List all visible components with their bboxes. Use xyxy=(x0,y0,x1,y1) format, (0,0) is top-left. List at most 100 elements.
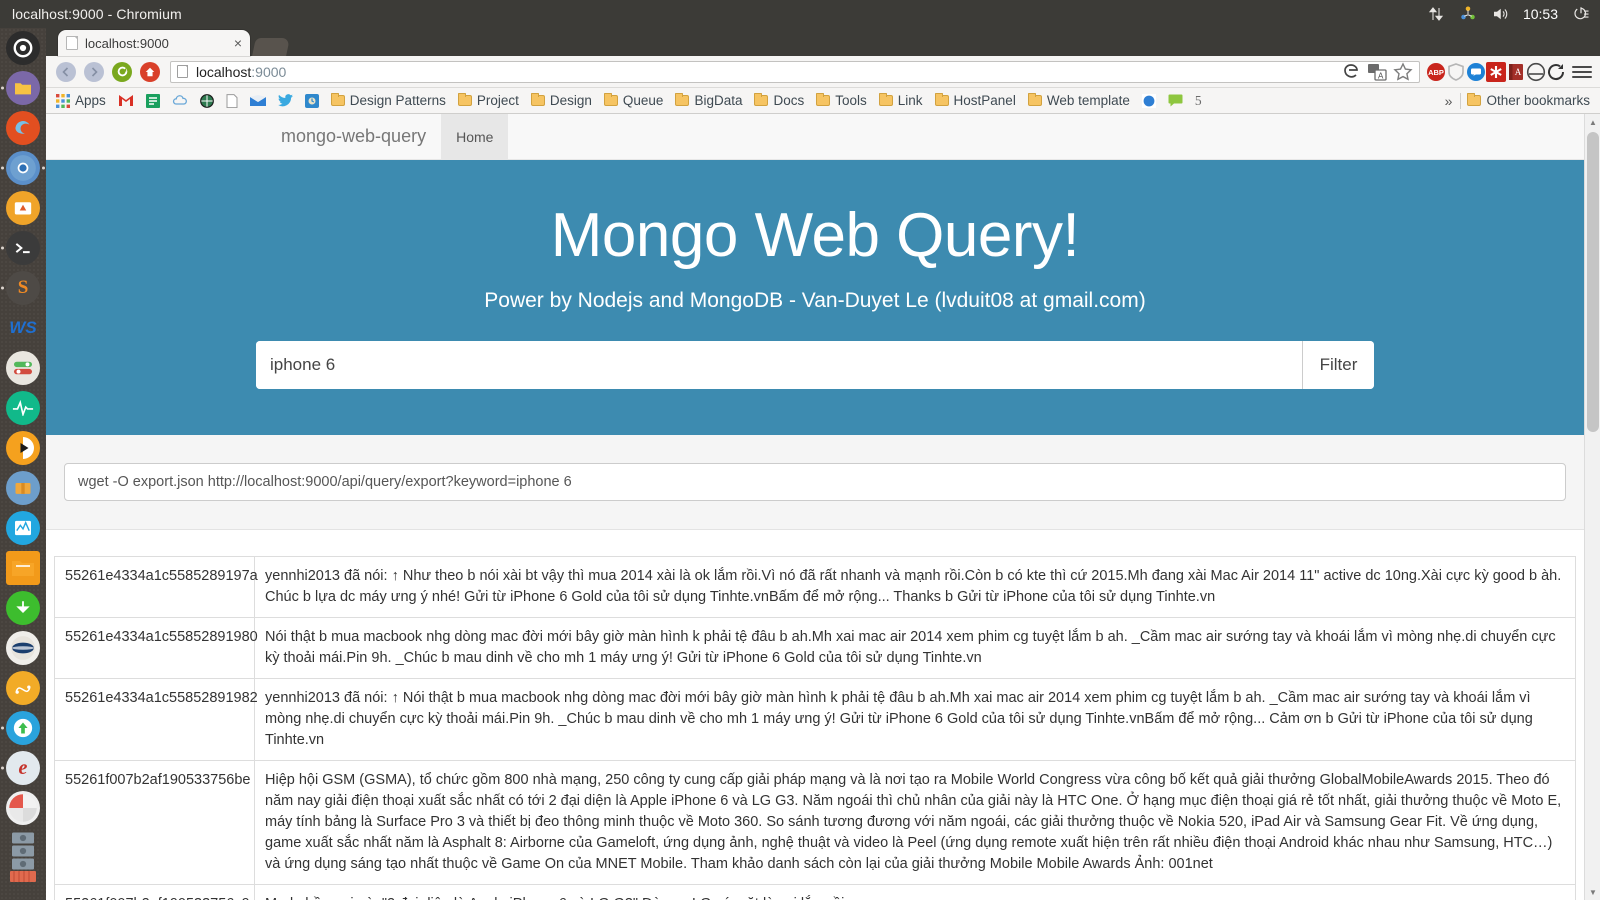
navbar-brand[interactable]: mongo-web-query xyxy=(266,114,441,159)
other-bookmarks-button[interactable]: Other bookmarks xyxy=(1461,92,1596,110)
launcher-item-webstorm[interactable]: WS xyxy=(0,308,46,348)
menu-icon[interactable] xyxy=(1572,62,1592,82)
folder-icon xyxy=(816,93,831,106)
result-id[interactable]: 55261f007b2af190533756c9 xyxy=(54,884,255,900)
bookmarks-overflow-button[interactable]: » xyxy=(1437,93,1461,109)
bookmark-queue[interactable]: Queue xyxy=(598,92,670,110)
bookmark-link[interactable]: Link xyxy=(873,92,929,110)
launcher-item-trash[interactable] xyxy=(0,828,46,886)
launcher-item-archive-manager[interactable] xyxy=(0,468,46,508)
result-text: yennhi2013 đã nói: ↑ Nói thật b mua macb… xyxy=(254,678,1576,762)
export-command-input[interactable] xyxy=(64,463,1566,501)
bookmark-gmail[interactable] xyxy=(112,92,140,109)
launcher-item-downloads[interactable] xyxy=(0,588,46,628)
bookmark-docs[interactable]: Docs xyxy=(748,92,810,110)
search-input[interactable] xyxy=(256,341,1302,389)
launcher-item-system-monitor[interactable] xyxy=(0,388,46,428)
nav-item-home[interactable]: Home xyxy=(441,114,509,159)
launcher-item-dash[interactable] xyxy=(0,28,46,68)
scrollbar-thumb[interactable] xyxy=(1587,132,1599,432)
result-id[interactable]: 55261e4334a1c5585289197a xyxy=(54,555,258,619)
network-transfer-icon[interactable] xyxy=(1427,5,1445,23)
launcher-item-evernote[interactable]: e xyxy=(0,748,46,788)
apps-label: Apps xyxy=(75,92,106,108)
bookmark-web-template[interactable]: Web template xyxy=(1022,92,1136,110)
apps-button[interactable]: Apps xyxy=(50,92,112,110)
bookmark-design-patterns[interactable]: Design Patterns xyxy=(325,92,452,110)
bookmark-tools[interactable]: Tools xyxy=(810,92,873,110)
bookmark-page[interactable] xyxy=(220,92,244,110)
table-row[interactable]: 55261e4334a1c5585289197a yennhi2013 đã n… xyxy=(54,555,1576,619)
running-pip xyxy=(1,726,4,730)
launcher-item-update-manager[interactable] xyxy=(0,708,46,748)
messenger-icon[interactable] xyxy=(1466,62,1486,82)
bookmark-design[interactable]: Design xyxy=(525,92,598,110)
opera-icon[interactable] xyxy=(1526,62,1546,82)
dictionary-icon[interactable]: A xyxy=(1506,62,1526,82)
session-restore-icon[interactable] xyxy=(1546,62,1566,82)
result-id[interactable]: 55261f007b2af190533756be xyxy=(54,760,255,886)
bookmark-globe[interactable] xyxy=(194,92,220,110)
back-icon xyxy=(56,61,76,82)
back-button[interactable] xyxy=(52,58,80,86)
result-id[interactable]: 55261e4334a1c55852891982 xyxy=(54,678,258,762)
bookmark-evernote[interactable] xyxy=(140,92,166,110)
power-icon[interactable] xyxy=(1572,5,1590,23)
workspace-switcher-icon xyxy=(6,791,40,825)
close-icon[interactable]: × xyxy=(228,36,242,50)
clock[interactable]: 10:53 xyxy=(1523,6,1558,22)
launcher-item-terminal[interactable] xyxy=(0,228,46,268)
launcher-item-audacity[interactable] xyxy=(0,668,46,708)
shield-icon[interactable] xyxy=(1446,62,1466,82)
table-row[interactable]: 55261e4334a1c55852891982 yennhi2013 đã n… xyxy=(54,678,1576,762)
table-row[interactable]: 55261e4334a1c55852891980 Nói thật b mua … xyxy=(54,617,1576,680)
asterisk-icon[interactable] xyxy=(1486,61,1506,82)
bookmark-blue-dot[interactable] xyxy=(1136,92,1162,110)
page-scrollbar[interactable]: ▲ ▼ xyxy=(1584,114,1600,900)
launcher-item-folder[interactable] xyxy=(0,548,46,588)
scroll-down-arrow[interactable]: ▼ xyxy=(1585,884,1600,900)
bookmark-five[interactable]: 5 xyxy=(1189,92,1208,110)
tab-title: localhost:9000 xyxy=(85,35,169,51)
edge-icon[interactable] xyxy=(1341,62,1361,82)
launcher-item-media-player[interactable] xyxy=(0,428,46,468)
address-bar[interactable]: localhost:9000 A xyxy=(170,60,1420,83)
bookmark-hostpanel[interactable]: HostPanel xyxy=(929,92,1022,110)
tab-localhost-9000[interactable]: localhost:9000 × xyxy=(58,30,250,56)
launcher-item-software-center[interactable] xyxy=(0,188,46,228)
bookmark-label: Design Patterns xyxy=(349,92,446,108)
launcher-item-chromium[interactable] xyxy=(0,148,46,188)
launcher-item-files[interactable] xyxy=(0,68,46,108)
bookmark-blue-app[interactable] xyxy=(299,92,325,110)
bookmark-inbox[interactable] xyxy=(244,93,272,109)
reload-button[interactable] xyxy=(108,58,136,86)
launcher-item-firefox[interactable] xyxy=(0,108,46,148)
adblock-plus-icon[interactable]: ABP xyxy=(1426,62,1446,82)
workspace-thumb-icon xyxy=(12,832,34,843)
bookmark-twitter[interactable] xyxy=(272,92,299,109)
launcher-item-workspace-switcher[interactable] xyxy=(0,788,46,828)
forward-button[interactable] xyxy=(80,58,108,86)
bookmark-bigdata[interactable]: BigData xyxy=(669,92,748,110)
new-tab-button[interactable] xyxy=(252,38,290,56)
green-chat-icon xyxy=(1168,94,1183,107)
home-button[interactable] xyxy=(136,58,164,86)
launcher-item-charts-app[interactable] xyxy=(0,508,46,548)
launcher-item-sublime-text[interactable]: S xyxy=(0,268,46,308)
sync-icon[interactable] xyxy=(1459,5,1477,23)
bookmark-chat[interactable] xyxy=(1162,92,1189,109)
scroll-up-arrow[interactable]: ▲ xyxy=(1585,114,1600,130)
home-icon xyxy=(140,61,160,82)
translate-icon[interactable]: A xyxy=(1367,62,1387,82)
bookmark-project[interactable]: Project xyxy=(452,92,525,110)
charts-app-icon xyxy=(6,511,40,545)
bookmark-cloud[interactable] xyxy=(166,93,194,109)
launcher-item-disk-utility[interactable] xyxy=(0,628,46,668)
result-id[interactable]: 55261e4334a1c55852891980 xyxy=(54,617,258,680)
launcher-item-system-settings[interactable] xyxy=(0,348,46,388)
table-row[interactable]: 55261f007b2af190533756c9 Mod nhầm rui nè… xyxy=(54,884,1576,900)
table-row[interactable]: 55261f007b2af190533756be Hiệp hội GSM (G… xyxy=(54,760,1576,886)
bookmark-star-icon[interactable] xyxy=(1393,61,1413,82)
filter-button[interactable]: Filter xyxy=(1302,341,1374,389)
volume-icon[interactable] xyxy=(1491,5,1509,23)
